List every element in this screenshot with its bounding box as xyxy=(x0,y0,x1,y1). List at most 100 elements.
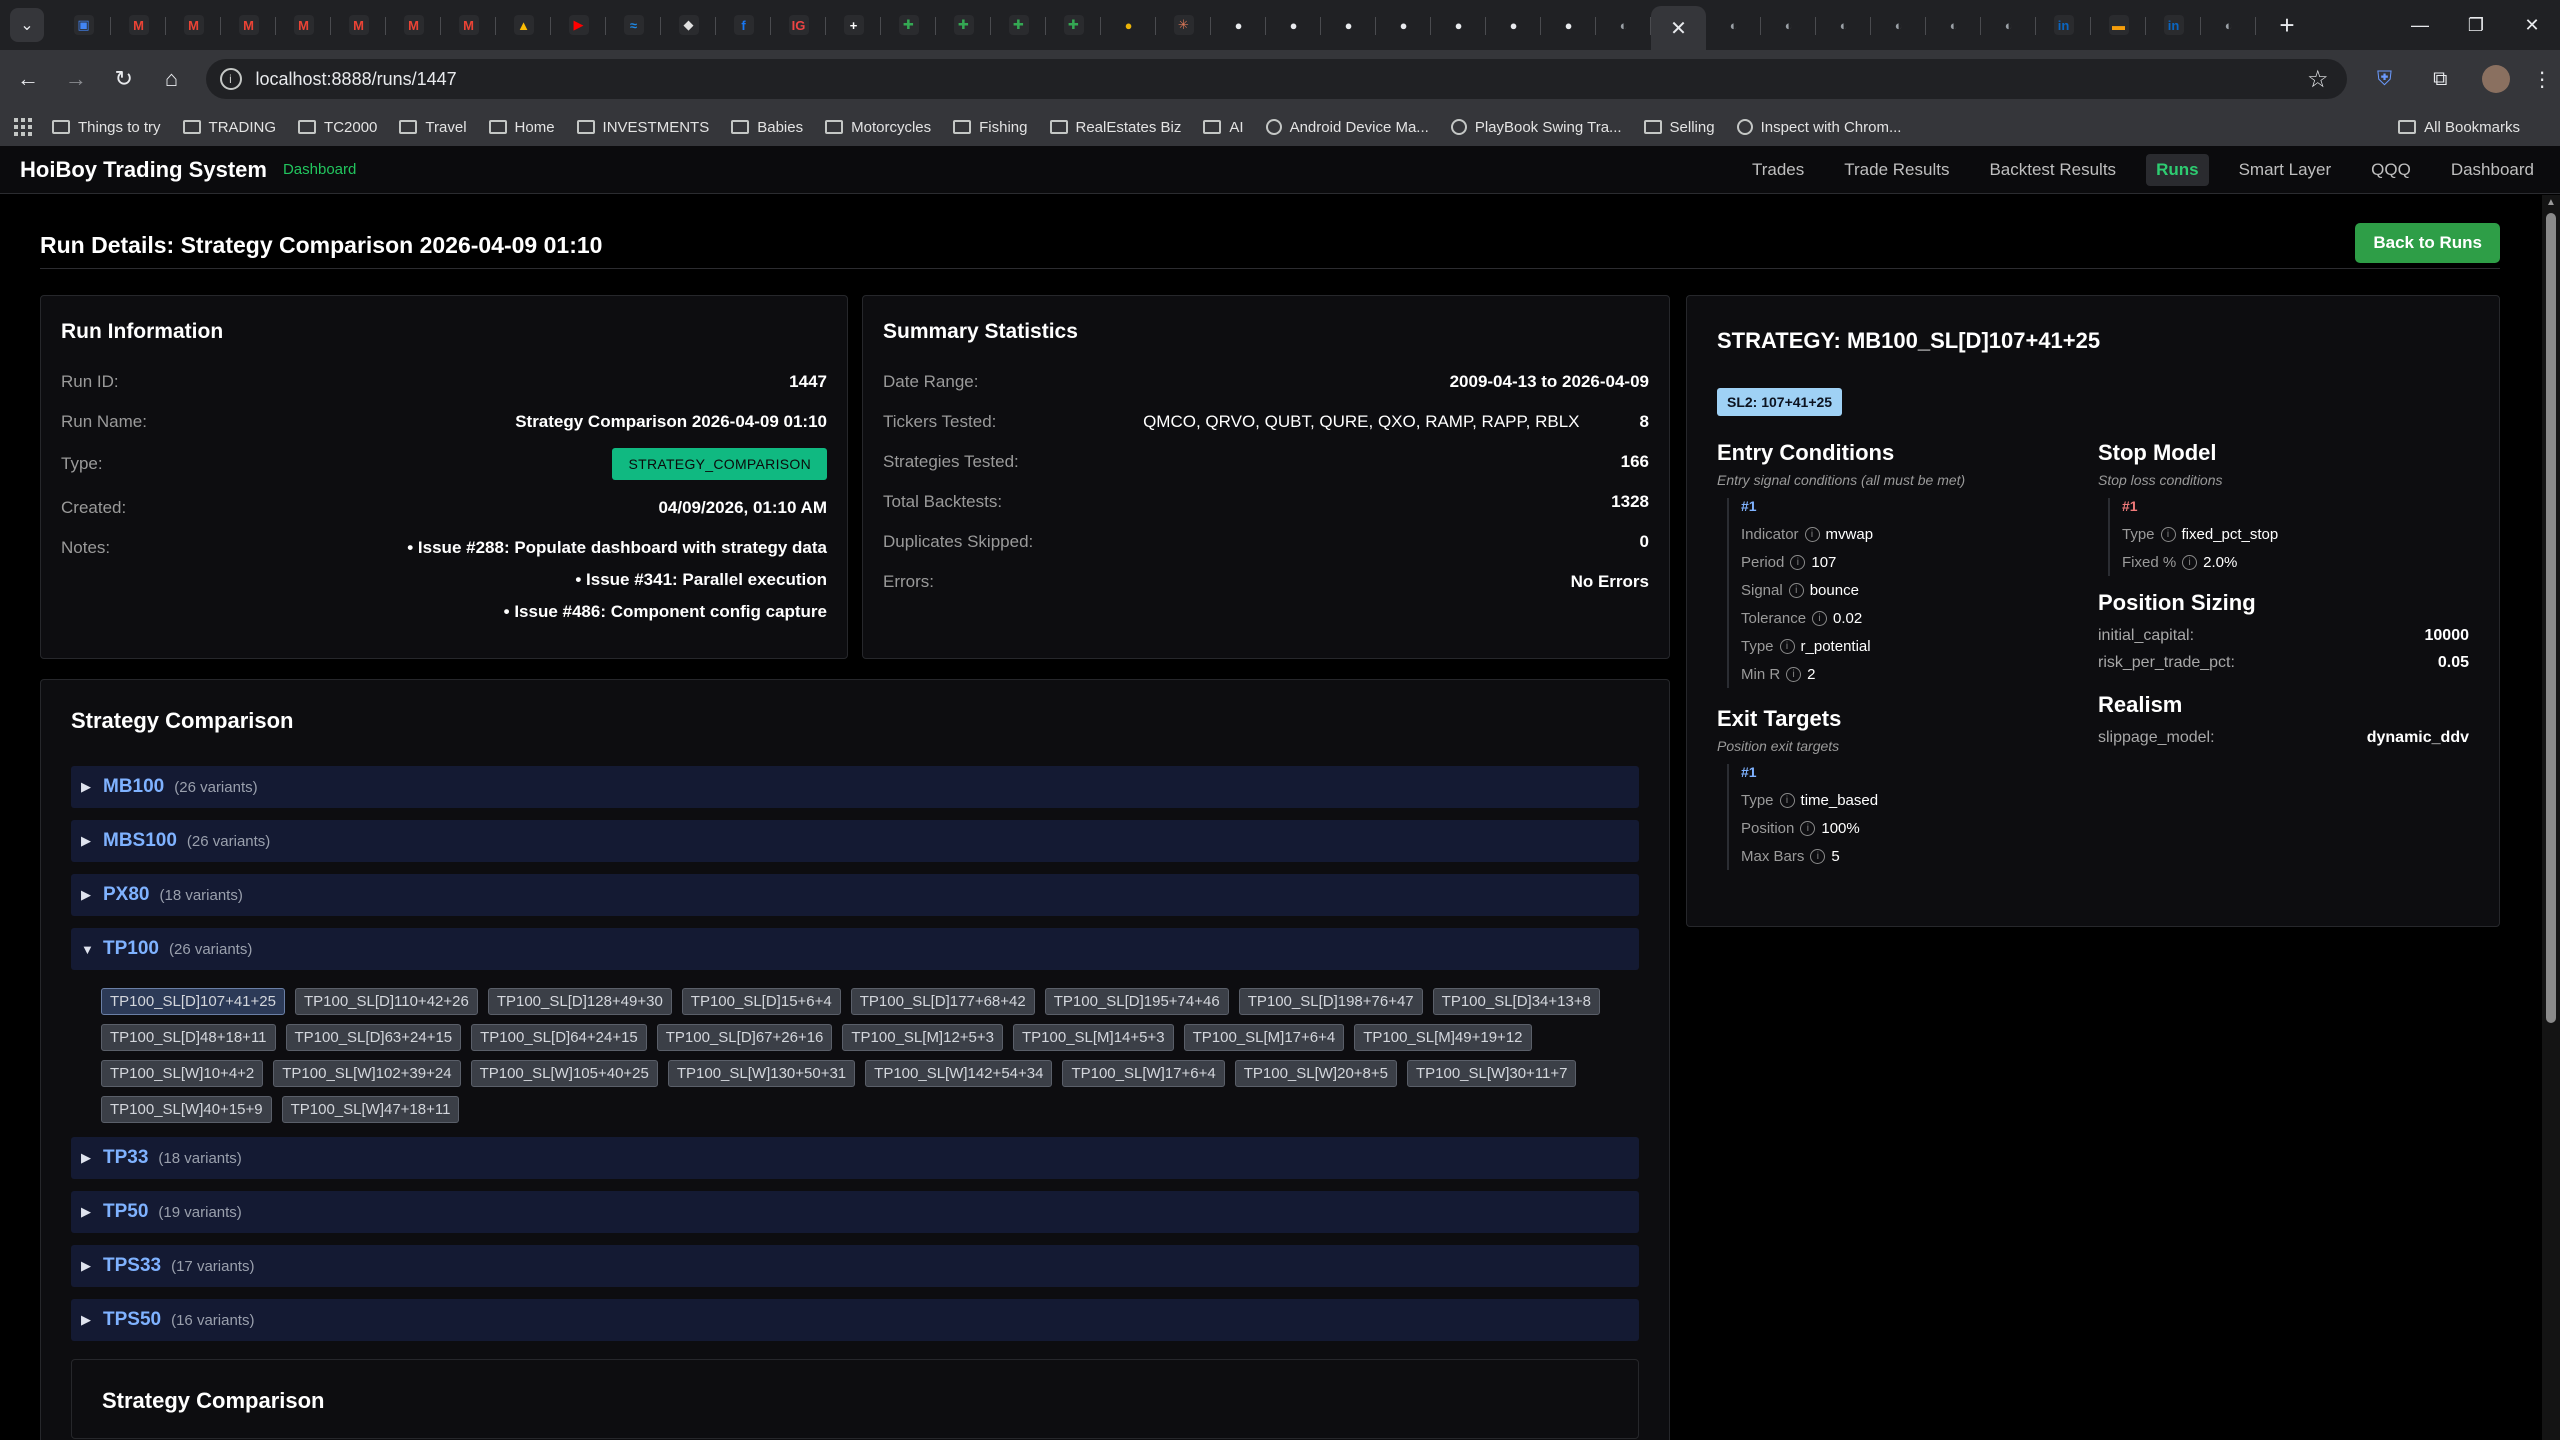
bookmark-item[interactable]: Inspect with Chrom... xyxy=(1736,119,1901,136)
nav-link-smart-layer[interactable]: Smart Layer xyxy=(2229,154,2342,186)
apps-grid-icon[interactable] xyxy=(14,118,32,136)
browser-tab[interactable]: ✕ xyxy=(1651,6,1706,50)
variant-chip[interactable]: TP100_SL[M]49+19+12 xyxy=(1354,1024,1532,1051)
variant-chip[interactable]: TP100_SL[D]107+41+25 xyxy=(101,988,285,1015)
bookmark-item[interactable]: Motorcycles xyxy=(825,119,931,136)
variant-chip[interactable]: TP100_SL[D]177+68+42 xyxy=(850,988,1035,1015)
info-tooltip-icon[interactable]: i xyxy=(1804,526,1820,542)
close-tab-icon[interactable]: ✕ xyxy=(1670,16,1687,41)
browser-tab[interactable]: M xyxy=(441,5,496,45)
strategy-group-header[interactable]: ▼ TP100 (26 variants) xyxy=(71,928,1639,970)
browser-tab[interactable]: ◐ xyxy=(1926,5,1981,45)
bookmark-item[interactable]: RealEstates Biz xyxy=(1049,119,1181,136)
browser-tab[interactable]: ◐ xyxy=(1761,5,1816,45)
browser-tab[interactable]: ▲ xyxy=(496,5,551,45)
all-bookmarks-folder[interactable]: All Bookmarks xyxy=(2398,119,2520,136)
browser-tab[interactable]: M xyxy=(221,5,276,45)
browser-tab[interactable]: ◐ xyxy=(1706,5,1761,45)
browser-tab[interactable]: f xyxy=(716,5,771,45)
nav-link-trade-results[interactable]: Trade Results xyxy=(1834,154,1959,186)
bookmark-item[interactable]: Android Device Ma... xyxy=(1265,119,1429,136)
caret-right-icon[interactable]: ▶ xyxy=(81,1258,103,1274)
browser-tab[interactable]: ● xyxy=(1431,5,1486,45)
strategy-group-name[interactable]: PX80 xyxy=(103,884,149,906)
strategy-group-header[interactable]: ▶ PX80 (18 variants) xyxy=(71,874,1639,916)
strategy-group-name[interactable]: TP100 xyxy=(103,938,159,960)
strategy-group-header[interactable]: ▶ MB100 (26 variants) xyxy=(71,766,1639,808)
strategy-group-header[interactable]: ▶ TPS50 (16 variants) xyxy=(71,1299,1639,1341)
variant-chip[interactable]: TP100_SL[W]30+11+7 xyxy=(1406,1060,1577,1087)
caret-right-icon[interactable]: ▶ xyxy=(81,779,103,795)
browser-tab[interactable]: M xyxy=(276,5,331,45)
info-tooltip-icon[interactable]: i xyxy=(1786,666,1802,682)
variant-chip[interactable]: TP100_SL[W]40+15+9 xyxy=(101,1096,272,1123)
minimize-icon[interactable]: — xyxy=(2392,0,2448,50)
caret-right-icon[interactable]: ▶ xyxy=(81,1204,103,1220)
browser-tab[interactable]: ● xyxy=(1266,5,1321,45)
info-tooltip-icon[interactable]: i xyxy=(1810,848,1826,864)
bookmark-item[interactable]: AI xyxy=(1203,119,1244,136)
variant-chip[interactable]: TP100_SL[W]47+18+11 xyxy=(281,1096,460,1123)
bookmark-item[interactable]: Things to try xyxy=(52,119,161,136)
reload-icon[interactable]: ↻ xyxy=(104,59,144,99)
strategy-group-name[interactable]: TP33 xyxy=(103,1147,148,1169)
browser-tab[interactable]: ✚ xyxy=(881,5,936,45)
caret-right-icon[interactable]: ▶ xyxy=(81,1150,103,1166)
browser-tab[interactable]: ◐ xyxy=(1981,5,2036,45)
profile-avatar-icon[interactable] xyxy=(2478,61,2514,97)
strategy-group-header[interactable]: ▶ TPS33 (17 variants) xyxy=(71,1245,1639,1287)
restore-icon[interactable]: ❐ xyxy=(2448,0,2504,50)
strategy-group-header[interactable]: ▶ TP50 (19 variants) xyxy=(71,1191,1639,1233)
strategy-group-header[interactable]: ▶ MBS100 (26 variants) xyxy=(71,820,1639,862)
nav-link-runs[interactable]: Runs xyxy=(2146,153,2209,186)
variant-chip[interactable]: TP100_SL[W]105+40+25 xyxy=(470,1060,658,1087)
bookmark-star-icon[interactable]: ☆ xyxy=(2307,65,2329,94)
caret-down-icon[interactable]: ▼ xyxy=(81,942,103,957)
browser-tab[interactable]: ● xyxy=(1486,5,1541,45)
variant-chip[interactable]: TP100_SL[M]12+5+3 xyxy=(842,1024,1003,1051)
info-tooltip-icon[interactable]: i xyxy=(2182,554,2198,570)
close-window-icon[interactable]: ✕ xyxy=(2504,0,2560,50)
bookmark-item[interactable]: TRADING xyxy=(182,119,276,136)
bookmark-item[interactable]: Fishing xyxy=(953,119,1028,136)
browser-tab[interactable]: ✚ xyxy=(1046,5,1101,45)
nav-link-trades[interactable]: Trades xyxy=(1742,154,1814,186)
browser-tab[interactable]: ● xyxy=(1211,5,1266,45)
browser-tab[interactable]: M xyxy=(331,5,386,45)
info-tooltip-icon[interactable]: i xyxy=(1790,554,1806,570)
caret-right-icon[interactable]: ▶ xyxy=(81,1312,103,1328)
bookmark-item[interactable]: Travel xyxy=(399,119,467,136)
info-tooltip-icon[interactable]: i xyxy=(1788,582,1804,598)
browser-tab[interactable]: ◆ xyxy=(661,5,716,45)
variant-chip[interactable]: TP100_SL[W]17+6+4 xyxy=(1062,1060,1225,1087)
browser-tab[interactable]: in xyxy=(2146,5,2201,45)
forward-arrow-icon[interactable]: → xyxy=(56,59,96,99)
strategy-group-name[interactable]: TPS50 xyxy=(103,1309,161,1331)
bookmark-item[interactable]: INVESTMENTS xyxy=(576,119,709,136)
variant-chip[interactable]: TP100_SL[D]15+6+4 xyxy=(681,988,841,1015)
browser-tab[interactable]: ✳ xyxy=(1156,5,1211,45)
bookmark-item[interactable]: Babies xyxy=(731,119,803,136)
variant-chip[interactable]: TP100_SL[D]63+24+15 xyxy=(285,1024,462,1051)
info-tooltip-icon[interactable]: i xyxy=(1779,638,1795,654)
browser-tab[interactable]: M xyxy=(386,5,441,45)
info-tooltip-icon[interactable]: i xyxy=(1812,610,1828,626)
back-to-runs-button[interactable]: Back to Runs xyxy=(2355,222,2500,263)
nav-link-dashboard[interactable]: Dashboard xyxy=(2441,154,2544,186)
browser-tab[interactable]: in xyxy=(2036,5,2091,45)
bookmark-item[interactable]: Selling xyxy=(1643,119,1715,136)
browser-tab[interactable]: ● xyxy=(1101,5,1156,45)
variant-chip[interactable]: TP100_SL[D]67+26+16 xyxy=(656,1024,833,1051)
info-tooltip-icon[interactable]: i xyxy=(2160,526,2176,542)
browser-tab[interactable]: ◐ xyxy=(2201,5,2256,45)
address-bar-url[interactable]: localhost:8888/runs/1447 xyxy=(256,69,457,90)
info-tooltip-icon[interactable]: i xyxy=(1779,792,1795,808)
bitwarden-shield-icon[interactable]: ⛨ xyxy=(2367,61,2403,97)
site-info-icon[interactable]: i xyxy=(219,68,242,90)
app-brand[interactable]: HoiBoy Trading System xyxy=(20,157,267,183)
variant-chip[interactable]: TP100_SL[W]20+8+5 xyxy=(1234,1060,1397,1087)
browser-tab[interactable]: ◐ xyxy=(1596,5,1651,45)
variant-chip[interactable]: TP100_SL[D]128+49+30 xyxy=(487,988,672,1015)
browser-tab[interactable]: ● xyxy=(1541,5,1596,45)
variant-chip[interactable]: TP100_SL[D]110+42+26 xyxy=(294,988,478,1015)
